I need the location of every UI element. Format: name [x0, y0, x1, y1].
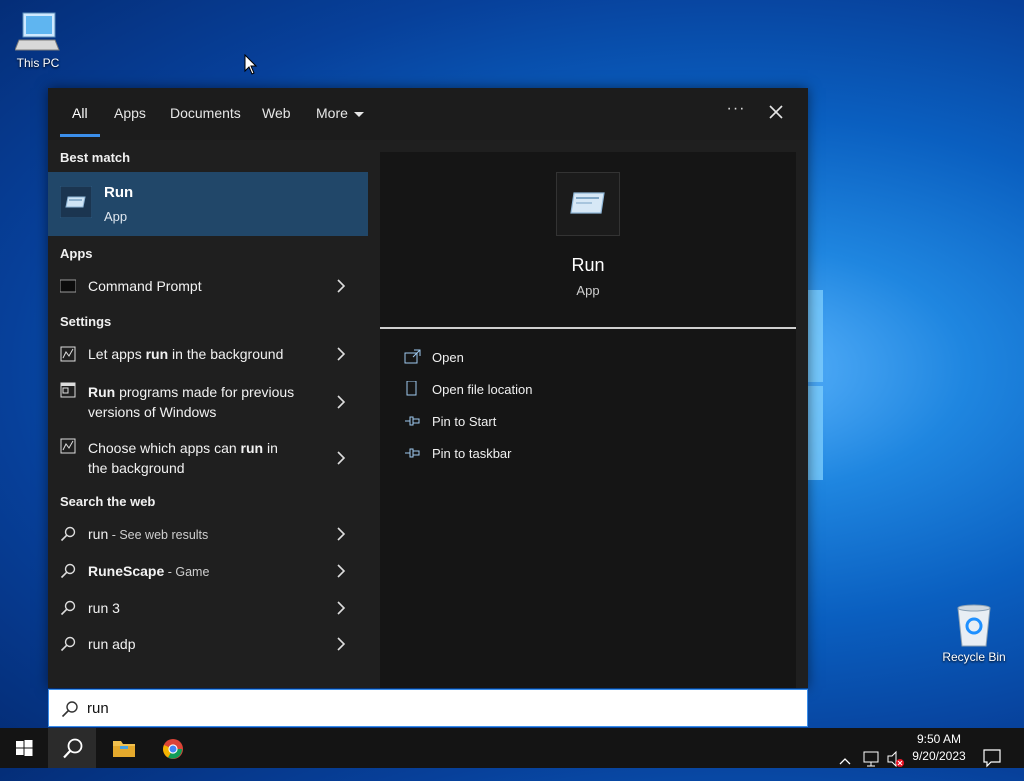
network-icon[interactable]	[862, 739, 880, 779]
file-location-icon	[406, 381, 417, 396]
this-pc-desktop-icon[interactable]: This PC	[2, 10, 74, 70]
setting-item-compatibility[interactable]: Run programs made for previous versions o…	[48, 376, 368, 428]
chevron-right-icon	[337, 564, 346, 578]
chevron-right-icon	[337, 347, 346, 361]
chevron-right-icon	[337, 601, 346, 615]
best-match-header: Best match	[60, 150, 131, 165]
search-icon	[63, 738, 83, 759]
preview-app-type: App	[576, 283, 600, 298]
pin-icon	[405, 416, 420, 426]
file-explorer-button[interactable]	[98, 728, 146, 768]
best-match-run-item[interactable]: Run App	[48, 172, 368, 236]
run-app-icon	[570, 192, 605, 214]
chevron-down-icon	[353, 111, 364, 117]
app-item-label: Command Prompt	[88, 278, 202, 294]
chevron-up-icon[interactable]	[838, 741, 852, 781]
computer-icon	[15, 12, 60, 51]
setting-item-background-apps[interactable]: Let apps run in the background	[48, 334, 368, 374]
action-label: Open	[432, 350, 464, 365]
clock-time: 9:50 AM	[916, 732, 962, 746]
search-icon	[60, 636, 76, 652]
this-pc-label: This PC	[16, 56, 60, 70]
search-bar	[48, 689, 808, 727]
setting-item-choose-background-apps[interactable]: Choose which apps can run in the backgrou…	[48, 432, 368, 484]
active-tab-indicator	[60, 134, 100, 137]
web-result-label: run adp	[88, 636, 136, 652]
action-open[interactable]: Open	[404, 346, 784, 370]
search-web-header: Search the web	[60, 494, 156, 509]
more-options-button[interactable]: ···	[724, 100, 748, 124]
results-list: Best match Run App Apps Command Prompt S…	[48, 140, 368, 688]
settings-chart-icon	[60, 346, 76, 362]
tab-documents[interactable]: Documents	[170, 105, 241, 121]
settings-header: Settings	[60, 314, 112, 329]
chevron-right-icon	[337, 395, 346, 409]
notifications-icon[interactable]	[982, 738, 1002, 778]
preview-app-name: Run	[571, 255, 605, 275]
recycle-bin-label: Recycle Bin	[942, 650, 1006, 664]
preview-divider	[380, 327, 796, 329]
close-icon[interactable]	[764, 100, 788, 124]
search-icon	[60, 563, 76, 579]
search-taskbar-button[interactable]	[48, 728, 96, 768]
recycle-bin-desktop-icon[interactable]: Recycle Bin	[938, 602, 1010, 664]
mouse-cursor-icon	[244, 54, 258, 75]
preview-pane: Run App Open Open file location Pin to S…	[380, 152, 796, 688]
folder-icon	[113, 741, 135, 757]
chrome-icon	[163, 739, 183, 759]
volume-muted-icon[interactable]	[886, 739, 906, 779]
start-button[interactable]	[0, 728, 48, 768]
tab-apps[interactable]: Apps	[114, 105, 146, 121]
recycle-bin-icon	[957, 604, 991, 647]
web-result-run-3[interactable]: run 3	[48, 590, 368, 626]
search-icon	[60, 600, 76, 616]
tab-all[interactable]: All	[72, 105, 88, 121]
search-tabs: All Apps Documents Web More ···	[48, 88, 808, 140]
windows-logo-icon	[16, 740, 33, 756]
taskbar-clock[interactable]: 9:50 AM 9/20/2023	[904, 731, 974, 765]
web-result-label: run - See web results	[88, 526, 209, 542]
command-prompt-icon	[60, 279, 76, 293]
web-result-label: run 3	[88, 600, 120, 616]
web-result-run-adp[interactable]: run adp	[48, 626, 368, 662]
web-result-runescape[interactable]: RuneScape - Game	[48, 553, 368, 589]
setting-item-label: Let apps run in the background	[88, 346, 284, 362]
web-result-label: RuneScape - Game	[88, 563, 210, 579]
preview-app-tile	[556, 172, 620, 236]
action-open-file-location[interactable]: Open file location	[404, 378, 784, 402]
search-panel: All Apps Documents Web More ··· Best mat…	[48, 88, 808, 688]
best-match-subtitle: App	[104, 209, 128, 224]
chevron-right-icon	[337, 279, 346, 293]
chevron-right-icon	[337, 451, 346, 465]
web-result-run[interactable]: run - See web results	[48, 516, 368, 552]
taskbar: 9:50 AM 9/20/2023	[0, 728, 1024, 768]
best-match-title: Run	[104, 184, 134, 201]
apps-header: Apps	[60, 246, 93, 261]
action-label: Open file location	[432, 382, 533, 397]
action-label: Pin to taskbar	[432, 446, 512, 461]
pin-icon	[405, 448, 420, 458]
action-pin-to-taskbar[interactable]: Pin to taskbar	[404, 442, 784, 466]
settings-chart-icon	[60, 438, 76, 454]
run-app-icon	[60, 186, 92, 218]
tab-more[interactable]: More	[316, 105, 364, 121]
clock-date: 9/20/2023	[912, 749, 966, 763]
setting-item-label: Choose which apps can run in the backgrou…	[88, 440, 278, 476]
action-label: Pin to Start	[432, 414, 497, 429]
chevron-right-icon	[337, 637, 346, 651]
action-pin-to-start[interactable]: Pin to Start	[404, 410, 784, 434]
desktop-wallpaper-logo	[808, 290, 823, 480]
tab-web[interactable]: Web	[262, 105, 291, 121]
app-item-command-prompt[interactable]: Command Prompt	[48, 264, 368, 308]
search-icon	[60, 526, 76, 542]
chrome-button[interactable]	[148, 728, 196, 768]
tab-more-label: More	[316, 105, 348, 121]
search-input[interactable]	[87, 696, 787, 720]
open-icon	[404, 349, 421, 364]
compatibility-window-icon	[60, 382, 76, 398]
setting-item-label: Run programs made for previous versions o…	[88, 384, 295, 420]
chevron-right-icon	[337, 527, 346, 541]
search-icon	[61, 701, 78, 718]
